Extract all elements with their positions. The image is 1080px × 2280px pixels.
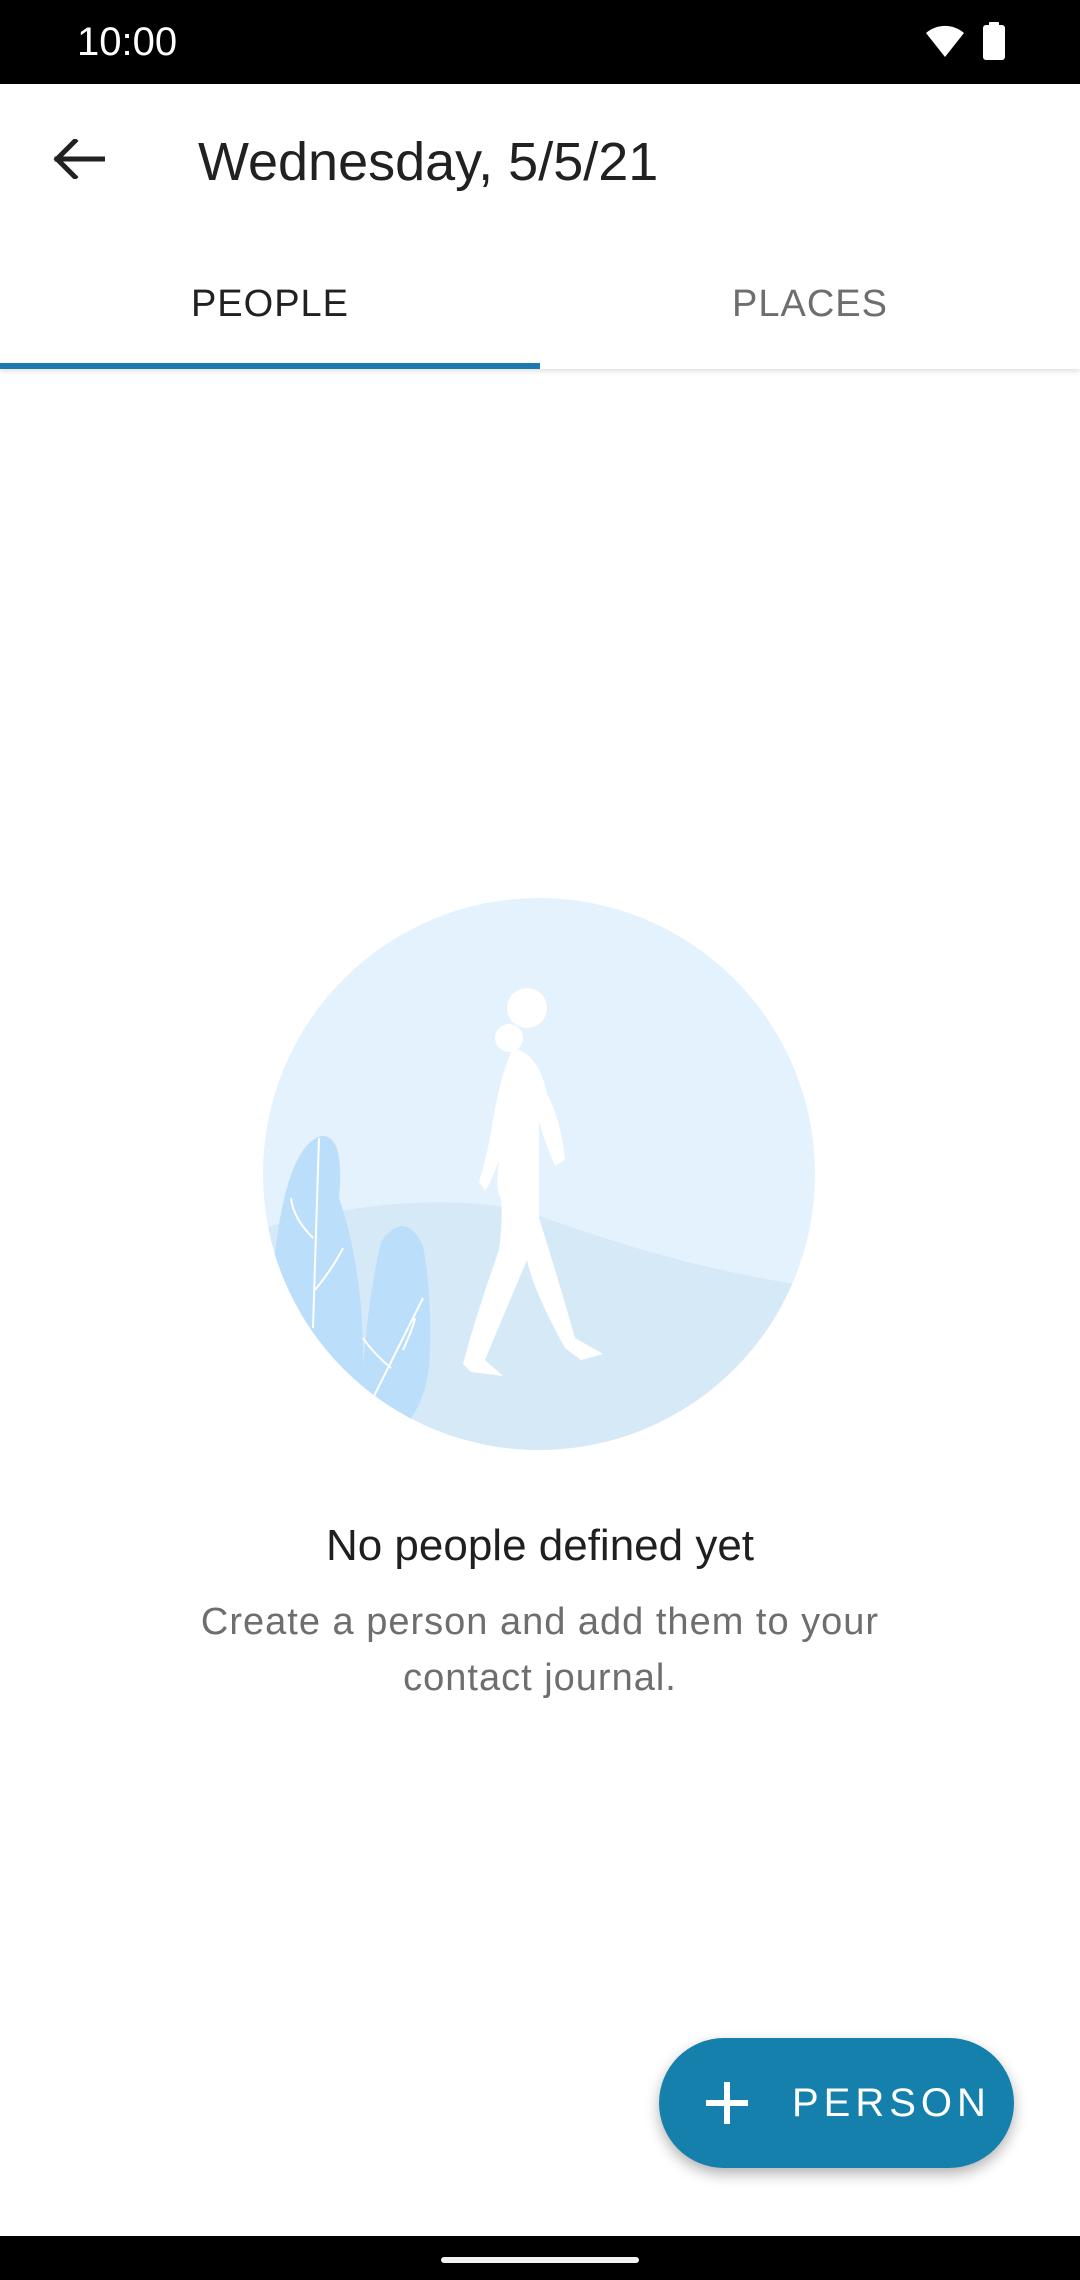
empty-state-description: Create a person and add them to your con… <box>200 1601 880 1699</box>
tab-label: PEOPLE <box>190 282 350 325</box>
wifi-icon <box>925 24 965 63</box>
status-icons <box>925 21 1005 65</box>
plus-icon <box>704 2080 750 2126</box>
tab-places[interactable]: PLACES <box>540 239 1080 369</box>
status-bar: 10:00 <box>0 0 1080 84</box>
home-handle[interactable] <box>441 2257 639 2263</box>
tab-indicator <box>0 363 540 369</box>
status-time: 10:00 <box>77 20 178 64</box>
tab-bar: PEOPLE PLACES <box>0 239 1080 369</box>
screen: 10:00 Wednesday, 5/5/21 PEOPLE PLACES No… <box>0 0 1080 2280</box>
tab-label: PLACES <box>732 282 888 325</box>
add-person-label: PERSON <box>792 2081 991 2125</box>
person-walking-illustration <box>263 898 815 1450</box>
arrow-left-icon <box>53 136 106 184</box>
app-bar: Wednesday, 5/5/21 <box>0 84 1080 239</box>
add-person-button[interactable]: PERSON <box>659 2038 1014 2168</box>
battery-icon <box>983 21 1005 65</box>
empty-state-title: No people defined yet <box>325 1521 755 1570</box>
back-button[interactable] <box>40 122 118 200</box>
navigation-bar <box>0 2236 1080 2280</box>
tab-people[interactable]: PEOPLE <box>0 239 540 369</box>
page-title: Wednesday, 5/5/21 <box>198 132 659 192</box>
